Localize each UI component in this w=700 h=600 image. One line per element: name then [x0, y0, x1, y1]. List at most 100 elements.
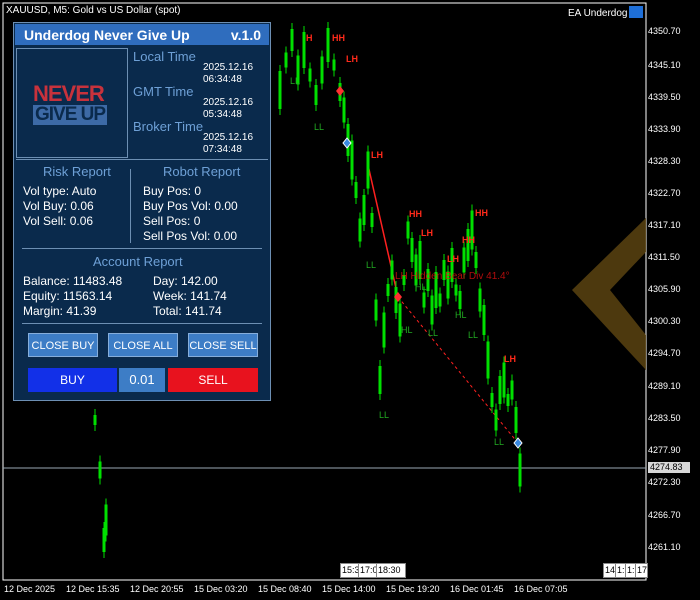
- broker-time-label: Broker Time: [133, 119, 204, 134]
- price-label: 4261.10: [648, 542, 681, 552]
- time-label: 15 Dec 08:40: [258, 584, 312, 594]
- price-label: 4311.50: [648, 252, 680, 262]
- price-label: 4345.10: [648, 60, 681, 70]
- time-label: 15 Dec 19:20: [386, 584, 440, 594]
- price-label: 4339.50: [648, 92, 681, 102]
- divider: [16, 159, 268, 160]
- price-label: 4350.70: [648, 26, 681, 36]
- swing-label-high: LH: [447, 254, 459, 264]
- candle-body: [358, 218, 362, 242]
- swing-label-low: HL: [455, 310, 467, 320]
- sell-button[interactable]: SELL: [168, 368, 258, 392]
- candle-body: [410, 238, 414, 262]
- swing-label-low: LL: [379, 410, 390, 420]
- risk-vol-sell: Vol Sell: 0.06: [23, 214, 94, 228]
- price-label: 4328.30: [648, 156, 681, 166]
- candle-body: [474, 252, 478, 268]
- price-label: 4333.90: [648, 124, 681, 134]
- risk-vol-type: Vol type: Auto: [23, 184, 97, 198]
- lot-size-input[interactable]: 0.01: [119, 368, 165, 392]
- candle-body: [494, 409, 498, 431]
- candle-body: [382, 312, 386, 348]
- candle-body: [386, 284, 390, 296]
- swing-label-low: LL: [366, 260, 377, 270]
- gmt-time-value: 2025.12.16 05:34:48: [203, 97, 254, 120]
- buy-button[interactable]: BUY: [28, 368, 117, 392]
- divider: [22, 248, 262, 249]
- candle-body: [486, 341, 490, 379]
- candle-body: [104, 504, 108, 536]
- panel-title-bar[interactable]: Underdog Never Give Up v.1.0: [15, 24, 269, 45]
- time-marker-box: 18:30: [376, 563, 406, 578]
- swing-label-high: LH: [346, 54, 358, 64]
- candle-body: [374, 299, 378, 321]
- ea-name-label: EA Underdog: [568, 8, 628, 19]
- price-label: 4266.70: [648, 510, 681, 520]
- close-buy-button[interactable]: CLOSE BUY: [28, 333, 98, 357]
- current-price-tag: 4274.83: [648, 462, 690, 473]
- chart-symbol-info: XAUUSD, M5: Gold vs US Dollar (spot): [6, 5, 181, 16]
- price-label: 4322.70: [648, 188, 681, 198]
- robot-report-title: Robot Report: [163, 164, 241, 179]
- swing-label-high: LH: [421, 228, 433, 238]
- swing-label-low: LL: [468, 330, 479, 340]
- divider: [22, 323, 262, 324]
- swing-label-high: HH: [462, 235, 475, 245]
- profit-week: Week: 141.74: [153, 289, 227, 303]
- time-label: 12 Dec 20:55: [130, 584, 184, 594]
- candle-body: [314, 85, 318, 105]
- candle-body: [458, 291, 462, 309]
- account-margin: Margin: 41.39: [23, 304, 97, 318]
- time-marker-box: 17: [635, 563, 648, 578]
- close-sell-button[interactable]: CLOSE SELL: [188, 333, 258, 357]
- swing-marker-blue-1: [342, 137, 352, 149]
- price-label: 4283.50: [648, 413, 681, 423]
- candle-body: [510, 380, 514, 400]
- candle-body: [98, 461, 102, 479]
- time-label: 15 Dec 14:00: [322, 584, 376, 594]
- logo-line-2: GIVE UP: [33, 104, 108, 125]
- candle-body: [506, 394, 510, 406]
- price-label: 4317.10: [648, 220, 681, 230]
- robot-buy-pos-vol: Buy Pos Vol: 0.00: [143, 199, 238, 213]
- candle-body: [308, 68, 312, 82]
- time-label: 15 Dec 03:20: [194, 584, 248, 594]
- candle-body: [462, 247, 466, 273]
- candle-body: [362, 195, 366, 225]
- price-label: 4277.90: [648, 445, 681, 455]
- candle-body: [482, 305, 486, 335]
- candle-body: [332, 59, 336, 71]
- price-label: 4289.10: [648, 381, 681, 391]
- divergence-annotation: LH Hidden Bear Div 41.4°: [395, 271, 510, 282]
- swing-label-low: LL: [494, 437, 505, 447]
- candle-body: [370, 213, 374, 227]
- candle-body: [350, 140, 354, 180]
- candle-body: [406, 221, 410, 239]
- swing-label-high: HH: [332, 33, 345, 43]
- candle-body: [466, 229, 470, 261]
- swing-label-high: HH: [475, 208, 488, 218]
- risk-report-title: Risk Report: [43, 164, 111, 179]
- time-label: 16 Dec 07:05: [514, 584, 568, 594]
- broker-time-value: 2025.12.16 07:34:48: [203, 132, 254, 155]
- candle-body: [290, 29, 294, 51]
- candle-body: [490, 393, 494, 407]
- graduation-cap-icon[interactable]: [629, 6, 643, 18]
- swing-marker-blue-2: [513, 437, 523, 449]
- price-label: 4294.70: [648, 348, 681, 358]
- robot-sell-pos-vol: Sell Pos Vol: 0.00: [143, 229, 238, 243]
- panel-version: v.1.0: [230, 27, 261, 43]
- swing-label-low: LL: [314, 122, 325, 132]
- time-marker-box: 17:0: [358, 563, 378, 578]
- candle-body: [518, 453, 522, 487]
- robot-sell-pos: Sell Pos: 0: [143, 214, 201, 228]
- close-all-button[interactable]: CLOSE ALL: [108, 333, 178, 357]
- time-label: 12 Dec 15:35: [66, 584, 120, 594]
- robot-buy-pos: Buy Pos: 0: [143, 184, 202, 198]
- candle-body: [284, 52, 288, 68]
- candle-body: [342, 97, 346, 123]
- candle-body: [93, 415, 97, 425]
- candle-body: [326, 28, 330, 62]
- swing-label-low: HL: [401, 325, 413, 335]
- candle-body: [454, 284, 458, 296]
